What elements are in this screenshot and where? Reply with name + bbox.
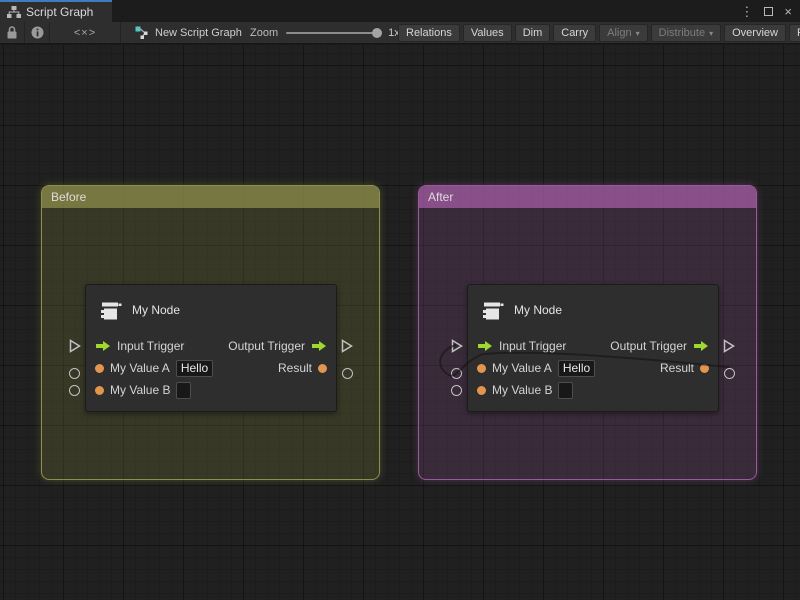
code-preview-toggle[interactable]: <×>	[50, 22, 120, 44]
maximize-icon[interactable]	[764, 7, 773, 16]
graph-toolbar: <×> New Script Graph Zoom 1x Relations V…	[0, 22, 800, 44]
carry-button[interactable]: Carry	[553, 24, 596, 42]
value-b-field[interactable]	[558, 382, 573, 399]
value-port-icon	[95, 386, 104, 395]
flow-arrow-icon	[477, 340, 493, 352]
full-screen-button[interactable]: Full Screen	[789, 24, 800, 42]
info-button[interactable]	[25, 22, 49, 44]
graph-tab-icon	[7, 6, 21, 18]
port-input-trigger[interactable]: Input Trigger	[477, 339, 566, 353]
port-row: My Value B	[86, 379, 336, 401]
port-output-trigger[interactable]: Output Trigger	[610, 339, 709, 353]
toolbar-buttons: Relations Values Dim Carry Align ▾ Distr…	[398, 24, 800, 42]
value-port-icon	[318, 364, 327, 373]
port-row: My Value A Hello Result	[468, 357, 718, 379]
group-label: After	[428, 190, 453, 204]
port-row: My Value A Hello Result	[86, 357, 336, 379]
value-input-port-a[interactable]	[69, 368, 80, 379]
node-title: My Node	[514, 303, 562, 317]
unit-node-icon	[479, 297, 505, 323]
distribute-dropdown[interactable]: Distribute ▾	[651, 24, 721, 42]
value-input-port-b[interactable]	[69, 385, 80, 396]
zoom-slider[interactable]	[286, 32, 378, 34]
port-result[interactable]: Result	[278, 361, 327, 375]
node-my-node-after[interactable]: My Node Input Trigger Output Trigger M	[467, 284, 719, 412]
control-output-port[interactable]	[723, 339, 735, 353]
node-header: My Node	[468, 285, 718, 335]
align-dropdown[interactable]: Align ▾	[599, 24, 647, 42]
zoom-slider-handle[interactable]	[372, 28, 382, 38]
port-row: Input Trigger Output Trigger	[468, 335, 718, 357]
value-input-port-b[interactable]	[451, 385, 462, 396]
group-before-header[interactable]: Before	[42, 186, 379, 208]
close-icon[interactable]: ×	[784, 5, 792, 18]
window-controls: ⋮ ×	[740, 0, 796, 22]
tab-bar: Script Graph ⋮ ×	[0, 0, 800, 22]
graph-name: New Script Graph	[155, 27, 242, 39]
values-button[interactable]: Values	[463, 24, 512, 42]
port-row: Input Trigger Output Trigger	[86, 335, 336, 357]
value-output-port-result[interactable]	[724, 368, 735, 379]
flow-arrow-icon	[95, 340, 111, 352]
overview-button[interactable]: Overview	[724, 24, 786, 42]
info-icon	[31, 26, 44, 39]
value-a-field[interactable]: Hello	[176, 360, 213, 377]
dim-button[interactable]: Dim	[515, 24, 551, 42]
unit-node-icon	[97, 297, 123, 323]
group-after-header[interactable]: After	[419, 186, 756, 208]
lock-button[interactable]	[0, 22, 24, 44]
port-my-value-a[interactable]: My Value A Hello	[477, 360, 595, 377]
zoom-control: Zoom 1x	[250, 22, 400, 44]
value-port-icon	[700, 364, 709, 373]
value-output-port-result[interactable]	[342, 368, 353, 379]
zoom-label: Zoom	[250, 27, 278, 39]
port-result[interactable]: Result	[660, 361, 709, 375]
value-port-icon	[477, 386, 486, 395]
tab-script-graph[interactable]: Script Graph	[0, 0, 112, 22]
chevron-down-icon: ▾	[709, 29, 713, 38]
port-my-value-b[interactable]: My Value B	[95, 382, 191, 399]
node-header: My Node	[86, 285, 336, 335]
port-input-trigger[interactable]: Input Trigger	[95, 339, 184, 353]
value-port-icon	[477, 364, 486, 373]
group-label: Before	[51, 190, 86, 204]
value-input-port-a[interactable]	[451, 368, 462, 379]
script-graph-asset-icon	[135, 26, 149, 40]
graph-canvas[interactable]: Before After My Node	[0, 45, 800, 600]
value-port-icon	[95, 364, 104, 373]
port-output-trigger[interactable]: Output Trigger	[228, 339, 327, 353]
tab-title: Script Graph	[26, 5, 93, 19]
control-input-port[interactable]	[451, 339, 463, 353]
menu-icon[interactable]: ⋮	[740, 5, 753, 18]
port-row: My Value B	[468, 379, 718, 401]
script-graph-window: Script Graph ⋮ × <×>	[0, 0, 800, 600]
control-output-port[interactable]	[341, 339, 353, 353]
flow-arrow-icon	[311, 340, 327, 352]
value-a-field[interactable]: Hello	[558, 360, 595, 377]
code-icon: <×>	[74, 27, 96, 39]
control-input-port[interactable]	[69, 339, 81, 353]
port-my-value-a[interactable]: My Value A Hello	[95, 360, 213, 377]
relations-button[interactable]: Relations	[398, 24, 460, 42]
port-my-value-b[interactable]: My Value B	[477, 382, 573, 399]
value-b-field[interactable]	[176, 382, 191, 399]
node-my-node-before[interactable]: My Node Input Trigger Output Trigger M	[85, 284, 337, 412]
chevron-down-icon: ▾	[636, 29, 640, 38]
lock-icon	[6, 26, 18, 39]
flow-arrow-icon	[693, 340, 709, 352]
graph-breadcrumb[interactable]: New Script Graph	[121, 22, 242, 44]
node-title: My Node	[132, 303, 180, 317]
